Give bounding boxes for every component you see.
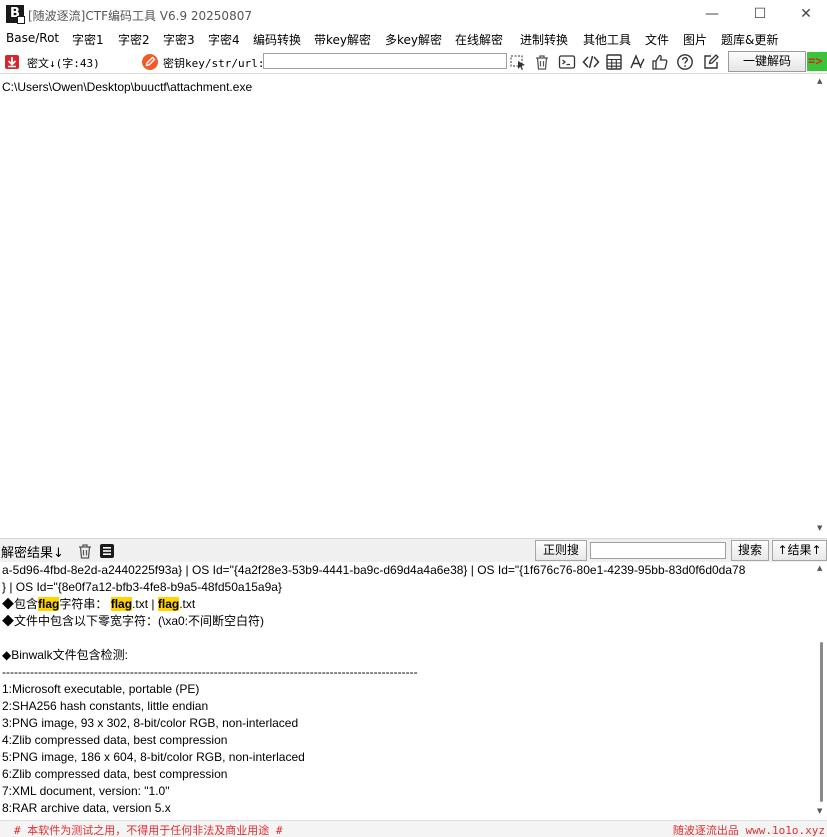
terminal-icon[interactable] <box>558 53 576 71</box>
menu-questions-update[interactable]: 题库&更新 <box>721 31 778 48</box>
flag-highlight: flag <box>157 597 180 611</box>
cipher-input-text: C:\Users\Owen\Desktop\buuctf\attachment.… <box>2 80 253 94</box>
menu-file[interactable]: 文件 <box>645 31 669 48</box>
output-line: } | OS Id="{8e0f7a12-bfb3-4fe8-b9a5-48fd… <box>2 580 282 594</box>
run-arrow-button[interactable]: => <box>807 52 827 71</box>
menu-key-decrypt[interactable]: 带key解密 <box>314 31 371 48</box>
result-toolbar: 解密结果↓ 正则搜 搜索 ↑结果↑ <box>0 538 827 562</box>
scroll-up-arrow-icon[interactable]: ▲ <box>817 564 822 572</box>
help-icon[interactable] <box>676 53 694 71</box>
flag-mid: 字符串： <box>59 597 108 611</box>
binwalk-item: 5:PNG image, 186 x 604, 8-bit/color RGB,… <box>2 750 305 764</box>
zero-width-line: ◆文件中包含以下零宽字符：(\xa0:不间断空白符) <box>2 614 265 628</box>
font-icon[interactable] <box>628 53 646 71</box>
disclaimer-text: # 本软件为测试之用，不得用于任何非法及商业用途 # <box>14 824 283 837</box>
menu-online-decrypt[interactable]: 在线解密 <box>455 31 503 48</box>
output-scrollbar[interactable]: ▲ ▼ <box>815 562 827 820</box>
cipher-input-area[interactable]: C:\Users\Owen\Desktop\buuctf\attachment.… <box>0 75 815 538</box>
window-title: [随波逐流]CTF编码工具 V6.9 20250807 <box>28 9 252 23</box>
binwalk-item: 6:Zlib compressed data, best compression <box>2 767 228 781</box>
menu-bar: Base/Rot 字密1 字密2 字密3 字密4 编码转换 带key解密 多ke… <box>0 28 827 50</box>
binwalk-title: ◆Binwalk文件包含检测: <box>2 648 128 662</box>
status-bar: # 本软件为测试之用，不得用于任何非法及商业用途 # 随波逐流出品 www.1o… <box>0 820 827 837</box>
separator-line: ----------------------------------------… <box>2 665 418 679</box>
title-bar: B [随波逐流]CTF编码工具 V6.9 20250807 — ☐ ✕ <box>0 0 827 28</box>
input-toolbar: 密文↓(字:43) 密钥key/str/url: 一键解码 => <box>0 50 827 74</box>
search-button[interactable]: 搜索 <box>731 540 769 561</box>
menu-zimi2[interactable]: 字密2 <box>118 31 150 48</box>
menu-zimi3[interactable]: 字密3 <box>163 31 195 48</box>
flag-string-line: ◆包含flag字符串： flag.txt | flag.txt <box>2 596 195 613</box>
binwalk-item: 2:SHA256 hash constants, little endian <box>2 699 209 713</box>
one-click-decode-button[interactable]: 一键解码 <box>728 51 806 72</box>
close-button[interactable]: ✕ <box>783 0 827 28</box>
flag-highlight: flag <box>38 597 60 611</box>
scroll-thumb[interactable] <box>820 642 823 802</box>
menu-zimi4[interactable]: 字密4 <box>208 31 240 48</box>
result-label: 解密结果↓ <box>1 546 64 561</box>
scroll-down-arrow-icon[interactable]: ▼ <box>817 807 822 815</box>
binwalk-item: 3:PNG image, 93 x 302, 8-bit/color RGB, … <box>2 716 299 730</box>
select-cursor-icon[interactable] <box>509 53 527 71</box>
code-icon[interactable] <box>582 53 600 71</box>
menu-other-tools[interactable]: 其他工具 <box>583 31 631 48</box>
minimize-button[interactable]: — <box>689 0 735 28</box>
binwalk-item: 4:Zlib compressed data, best compression <box>2 733 228 747</box>
menu-base-convert[interactable]: 进制转换 <box>520 31 568 48</box>
result-navigate-button[interactable]: ↑结果↑ <box>772 540 827 561</box>
cipher-label: 密文↓(字:43) <box>27 57 100 70</box>
binwalk-item: 7:XML document, version: "1.0" <box>2 784 170 798</box>
menu-encoding-convert[interactable]: 编码转换 <box>253 31 301 48</box>
key-edit-icon[interactable] <box>141 53 159 71</box>
search-input[interactable] <box>590 542 726 559</box>
app-logo-icon: B <box>6 5 25 24</box>
key-input[interactable] <box>263 53 507 69</box>
flag-highlight: flag <box>110 597 133 611</box>
maximize-button[interactable]: ☐ <box>737 0 783 28</box>
calculator-icon[interactable] <box>605 53 623 71</box>
credit-text[interactable]: 随波逐流出品 www.1o1o.xyz <box>673 822 825 837</box>
thumbs-up-icon[interactable] <box>651 53 669 71</box>
regex-search-button[interactable]: 正则搜 <box>535 540 587 561</box>
flag-file-suffix: .txt <box>179 597 196 611</box>
result-trash-icon[interactable] <box>76 542 94 560</box>
scroll-down-arrow-icon[interactable]: ▼ <box>817 524 822 532</box>
save-icon[interactable] <box>98 542 116 560</box>
menu-zimi1[interactable]: 字密1 <box>72 31 104 48</box>
trash-icon[interactable] <box>533 53 551 71</box>
edit-icon[interactable] <box>702 53 720 71</box>
menu-base-rot[interactable]: Base/Rot <box>6 31 59 45</box>
menu-multikey-decrypt[interactable]: 多key解密 <box>385 31 442 48</box>
flag-prefix: ◆包含 <box>2 597 39 611</box>
flag-file-suffix: .txt | <box>132 597 158 611</box>
download-icon[interactable] <box>3 53 21 71</box>
output-line: a-5d96-4fbd-8e2d-a2440225f93a} | OS Id="… <box>2 563 746 577</box>
binwalk-item: 8:RAR archive data, version 5.x <box>2 801 171 815</box>
binwalk-item: 1:Microsoft executable, portable (PE) <box>2 682 200 696</box>
key-label: 密钥key/str/url: <box>163 57 265 70</box>
result-output-area[interactable]: a-5d96-4fbd-8e2d-a2440225f93a} | OS Id="… <box>0 562 815 820</box>
scroll-up-arrow-icon[interactable]: ▲ <box>817 77 822 85</box>
menu-image[interactable]: 图片 <box>683 31 707 48</box>
input-scrollbar[interactable]: ▲ ▼ <box>815 75 827 538</box>
